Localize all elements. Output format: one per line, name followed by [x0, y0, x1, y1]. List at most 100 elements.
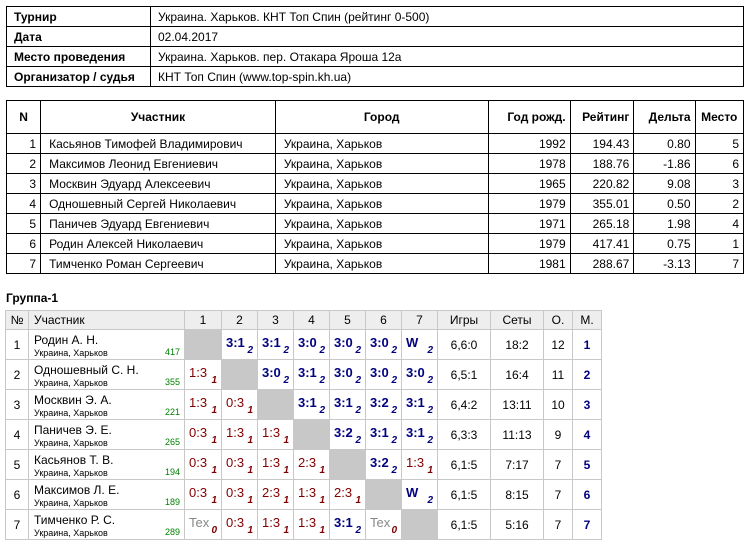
match-score: 0:3	[189, 425, 208, 440]
match-result-cell: W2	[401, 329, 438, 360]
participant-cell: 1965	[487, 173, 571, 194]
points-cell: 10	[543, 389, 573, 420]
player-city: Украина, Харьков	[34, 498, 108, 508]
match-result-cell: 3:0 2	[329, 359, 366, 390]
player-rating: 265	[164, 437, 180, 447]
player-city: Украина, Харьков	[34, 378, 108, 388]
sets-cell: 7:17	[490, 449, 544, 480]
group-header-cell: Игры	[437, 310, 491, 330]
match-result-cell: 1:3 1	[257, 449, 294, 480]
player-rating: 189	[164, 497, 180, 507]
place-cell: 2	[572, 359, 602, 390]
diagonal-cell	[257, 389, 294, 420]
match-score: 3:1	[334, 515, 353, 530]
games-cell: 6,3:3	[437, 419, 491, 450]
group-header-cell: 2	[221, 310, 258, 330]
points-cell: 7	[543, 449, 573, 480]
match-points: 2	[391, 375, 397, 386]
match-score: 3:0	[334, 365, 353, 380]
match-score: 0:3	[226, 485, 245, 500]
diagonal-cell	[401, 509, 438, 540]
match-score: W	[406, 485, 419, 500]
match-points: 2	[427, 495, 433, 506]
match-points: 2	[427, 405, 433, 416]
participant-row: 2 Максимов Леонид Евгениевич Украина, Харь…	[5, 153, 745, 174]
match-points: 1	[211, 405, 217, 416]
match-result-cell: 3:0 2	[365, 329, 402, 360]
points-cell: 11	[543, 359, 573, 390]
match-points: 1	[319, 495, 325, 506]
match-result-cell: 3:2 2	[365, 389, 402, 420]
match-score: 3:1	[406, 395, 425, 410]
match-score: 3:0	[370, 335, 389, 350]
participant-cell: Родин Алексей Николаевич	[40, 233, 276, 254]
player-rating: 194	[164, 467, 180, 477]
group-row-number: 2	[5, 359, 29, 390]
group-row-number: 6	[5, 479, 29, 510]
match-result-cell: Tex 0	[184, 509, 222, 540]
match-result-cell: 3:0 2	[329, 329, 366, 360]
match-result-cell: 3:0 2	[365, 359, 402, 390]
match-score: 2:3	[262, 485, 281, 500]
match-result-cell: 3:1 2	[329, 509, 366, 540]
participant-cell: 6	[5, 233, 42, 254]
player-name: Родин А. Н.	[34, 333, 99, 347]
match-points: 1	[247, 405, 253, 416]
player-name: Москвин Э. А.	[34, 393, 112, 407]
match-score: 3:0	[262, 365, 281, 380]
match-score: 3:2	[370, 395, 389, 410]
participants-header-cell: Город	[274, 100, 489, 134]
sets-cell: 5:16	[490, 509, 544, 540]
place-cell: 7	[572, 509, 602, 540]
participant-cell: -3.13	[633, 253, 696, 274]
match-score: 1:3	[298, 485, 317, 500]
place-cell: 3	[572, 389, 602, 420]
participant-cell: 1979	[487, 233, 571, 254]
match-points: 2	[355, 345, 361, 356]
match-result-cell: 3:2 2	[365, 449, 402, 480]
participant-cell: Одношевный Сергей Николаевич	[40, 193, 276, 214]
match-score: Tex	[370, 515, 391, 530]
sets-cell: 8:15	[490, 479, 544, 510]
match-points: 1	[211, 465, 217, 476]
participant-cell: 7	[694, 253, 745, 274]
match-score: 2:3	[298, 455, 317, 470]
participant-cell: 1.98	[633, 213, 696, 234]
info-value: Украина. Харьков. пер. Отакара Яроша 12а	[150, 46, 744, 67]
group-header-cell: 4	[293, 310, 330, 330]
match-result-cell: Tex 0	[365, 509, 402, 540]
participant-cell: 5	[694, 133, 745, 154]
participant-cell: 4	[5, 193, 42, 214]
match-points: 1	[355, 495, 361, 506]
match-points: 2	[355, 375, 361, 386]
match-score: 3:1	[298, 365, 317, 380]
participant-cell: 3	[5, 173, 42, 194]
group-row: 5 Касьянов Т. В. Украина, Харьков 194 0:3 1 0:…	[5, 449, 602, 480]
group-header-cell: Участник	[28, 310, 185, 330]
match-result-cell: 3:1 2	[401, 389, 438, 420]
participant-cell: Паничев Эдуард Евгениевич	[40, 213, 276, 234]
match-result-cell: 1:3 1	[257, 419, 294, 450]
match-points: 2	[319, 405, 325, 416]
participant-cell: 1	[694, 233, 745, 254]
participant-cell: 417.41	[569, 233, 635, 254]
participant-cell: 6	[694, 153, 745, 174]
player-name: Тимченко Р. С.	[34, 513, 116, 527]
match-points: 2	[355, 525, 361, 536]
group-player-cell: Касьянов Т. В. Украина, Харьков 194	[28, 449, 185, 480]
match-points: 1	[247, 465, 253, 476]
match-result-cell: 3:1 2	[221, 329, 258, 360]
match-points: 1	[283, 465, 289, 476]
participant-cell: 288.67	[569, 253, 635, 274]
participant-cell: 9.08	[633, 173, 696, 194]
participants-header-cell: Год рожд.	[487, 100, 571, 134]
participant-cell: 4	[694, 213, 745, 234]
match-score: 3:0	[298, 335, 317, 350]
match-score: W	[406, 335, 419, 350]
match-result-cell: 3:0 2	[293, 329, 330, 360]
match-score: 3:2	[334, 425, 353, 440]
info-key: Дата	[6, 26, 151, 47]
participant-cell: 3	[694, 173, 745, 194]
participant-cell: 265.18	[569, 213, 635, 234]
place-cell: 5	[572, 449, 602, 480]
